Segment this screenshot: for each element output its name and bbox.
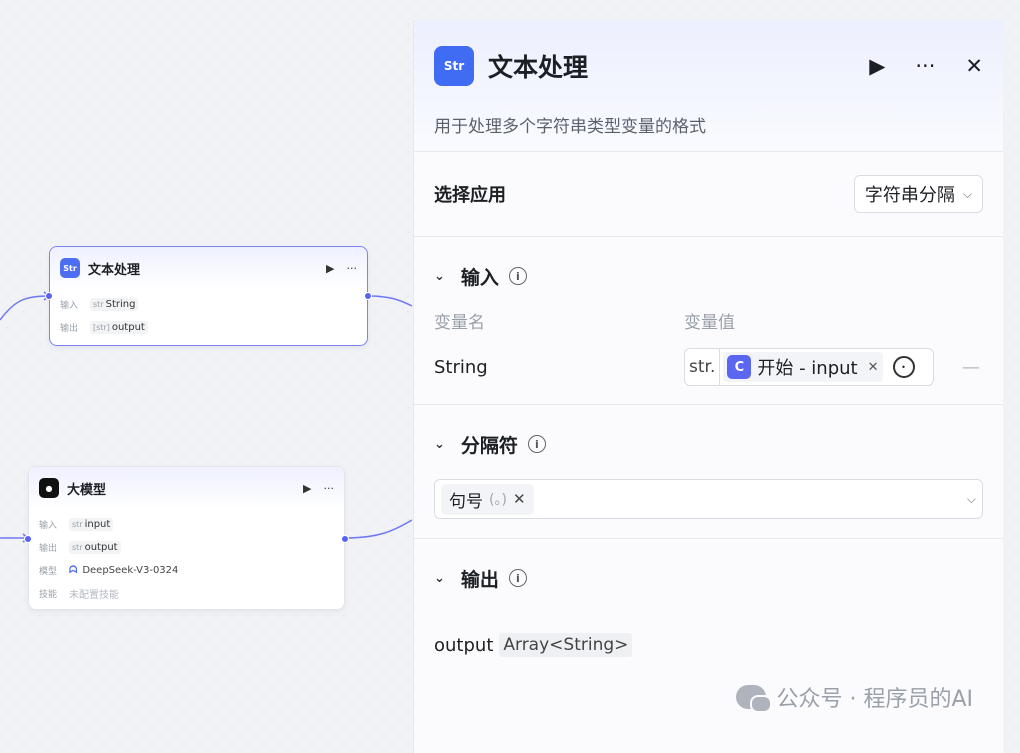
- ref-text: 开始 - input: [757, 358, 858, 379]
- run-icon[interactable]: ▶: [869, 54, 885, 78]
- type-prefix: str: [93, 300, 104, 309]
- row-label: 模型: [39, 567, 58, 577]
- type-tag: [str] output: [90, 321, 148, 334]
- remove-row-icon[interactable]: —: [962, 357, 980, 378]
- type-tag: str String: [90, 298, 139, 311]
- variable-value-field[interactable]: str. C 开始 - input ✕ •: [684, 348, 934, 386]
- output-row: output Array<String>: [414, 633, 1003, 657]
- info-icon[interactable]: i: [527, 435, 546, 453]
- string-icon: Str: [60, 258, 80, 278]
- watermark: 公众号 · 程序员的AI: [736, 681, 973, 713]
- node-input-row: 输入 str String: [60, 293, 357, 316]
- delimiter-chip: 句号 (。) ✕: [441, 483, 534, 515]
- llm-node[interactable]: ● 大模型 ▶ ··· 输入 str input 输出 str output 模型 …: [24, 466, 349, 610]
- row-label: 输出: [60, 324, 79, 334]
- node-input-row: 输入 str input: [39, 513, 334, 536]
- chevron-down-icon[interactable]: ⌄: [434, 571, 445, 586]
- input-port[interactable]: [45, 292, 53, 300]
- output-name: output: [434, 634, 494, 656]
- variable-name: String: [434, 356, 488, 378]
- node-title: 大模型: [67, 482, 107, 498]
- deepseek-icon: ᗣ: [69, 565, 78, 576]
- output-type: Array<String>: [499, 633, 633, 657]
- more-icon[interactable]: ···: [324, 482, 335, 495]
- start-node-icon: C: [727, 355, 752, 379]
- chip-label: 句号: [449, 491, 483, 512]
- info-icon[interactable]: i: [508, 569, 527, 587]
- remove-icon[interactable]: ✕: [868, 360, 879, 375]
- output-section-header[interactable]: ⌄ 输出 i: [434, 553, 983, 603]
- output-section: ⌄ 输出 i: [414, 539, 1003, 603]
- input-port[interactable]: [24, 535, 32, 543]
- type-selector[interactable]: str.: [685, 349, 721, 385]
- close-icon[interactable]: ✕: [965, 54, 983, 78]
- type-prefix: str: [72, 543, 83, 552]
- skill-value: 未配置技能: [69, 590, 119, 601]
- select-app-label: 选择应用: [434, 185, 506, 206]
- app-select[interactable]: 字符串分隔 ⌵: [853, 175, 983, 213]
- section-title: 输出: [460, 568, 499, 591]
- input-section-header[interactable]: ⌄ 输入 i: [434, 251, 983, 301]
- workflow-canvas[interactable]: Str 文本处理 ▶ ··· 输入 str String 输出 [str] outp…: [0, 0, 412, 753]
- node-title: 文本处理: [88, 262, 141, 278]
- node-output-row: 输出 [str] output: [60, 316, 357, 339]
- chevron-down-icon[interactable]: ⌄: [434, 269, 445, 284]
- app-select-value: 字符串分隔: [864, 185, 955, 206]
- run-icon[interactable]: ▶: [326, 262, 334, 275]
- target-icon[interactable]: •: [892, 356, 915, 378]
- panel-description: 用于处理多个字符串类型变量的格式: [434, 117, 706, 137]
- type-tag: str output: [69, 541, 121, 554]
- more-icon[interactable]: ···: [347, 262, 358, 275]
- select-app-section: 选择应用 字符串分隔 ⌵: [414, 152, 1003, 237]
- input-section: ⌄ 输入 i 变量名 变量值 String str. C 开始 - input …: [414, 237, 1003, 405]
- tag-value: String: [105, 299, 136, 310]
- delimiter-section-header[interactable]: ⌄ 分隔符 i: [434, 419, 983, 469]
- wechat-icon: [736, 685, 773, 713]
- run-icon[interactable]: ▶: [303, 482, 311, 495]
- watermark-text: 公众号 · 程序员的AI: [776, 687, 973, 712]
- string-icon: Str: [434, 46, 474, 86]
- col-var-name: 变量名: [434, 312, 485, 333]
- type-tag: str input: [69, 518, 114, 531]
- variable-row: String str. C 开始 - input ✕ • —: [434, 339, 983, 395]
- tag-value: output: [111, 322, 145, 333]
- node-header: ● 大模型 ▶ ···: [29, 467, 344, 509]
- section-title: 分隔符: [460, 434, 518, 457]
- text-process-node[interactable]: Str 文本处理 ▶ ··· 输入 str String 输出 [str] outp…: [45, 246, 372, 346]
- llm-icon: ●: [39, 478, 59, 498]
- row-label: 输出: [39, 544, 58, 554]
- output-port[interactable]: [341, 535, 349, 543]
- type-prefix: str: [72, 520, 83, 529]
- node-model-row: 模型 ᗣ DeepSeek-V3-0324: [39, 559, 334, 582]
- panel-title: 文本处理: [488, 53, 589, 82]
- row-label: 输入: [60, 301, 79, 311]
- panel-header: Str 文本处理 ▶ ··· ✕ 用于处理多个字符串类型变量的格式: [414, 20, 1003, 152]
- remove-icon[interactable]: ✕: [513, 490, 526, 508]
- model-name: DeepSeek-V3-0324: [82, 565, 179, 576]
- section-title: 输入: [460, 266, 499, 289]
- output-port[interactable]: [364, 292, 372, 300]
- variable-ref-chip: C 开始 - input ✕: [723, 352, 883, 382]
- chevron-down-icon: ⌵: [962, 186, 972, 201]
- row-label: 技能: [39, 590, 58, 600]
- column-headers: 变量名 变量值: [434, 301, 983, 339]
- chevron-down-icon[interactable]: ⌵: [967, 492, 976, 507]
- chevron-down-icon[interactable]: ⌄: [434, 437, 445, 452]
- more-icon[interactable]: ···: [915, 54, 935, 78]
- col-var-value: 变量值: [684, 312, 735, 333]
- node-settings-panel: Str 文本处理 ▶ ··· ✕ 用于处理多个字符串类型变量的格式 选择应用 字…: [413, 20, 1003, 753]
- node-output-row: 输出 str output: [39, 536, 334, 559]
- row-label: 输入: [39, 521, 58, 531]
- node-header: Str 文本处理 ▶ ···: [50, 247, 367, 289]
- chip-sub: (。): [489, 492, 507, 508]
- tag-value: output: [84, 542, 118, 553]
- info-icon[interactable]: i: [508, 267, 527, 285]
- connection-lines: [0, 291, 412, 543]
- delimiter-section: ⌄ 分隔符 i 句号 (。) ✕ ⌵: [414, 405, 1003, 539]
- delimiter-select[interactable]: 句号 (。) ✕ ⌵: [434, 479, 983, 519]
- node-skill-row: 技能 未配置技能: [39, 582, 334, 605]
- tag-value: input: [84, 519, 111, 530]
- type-prefix: [str]: [93, 323, 110, 332]
